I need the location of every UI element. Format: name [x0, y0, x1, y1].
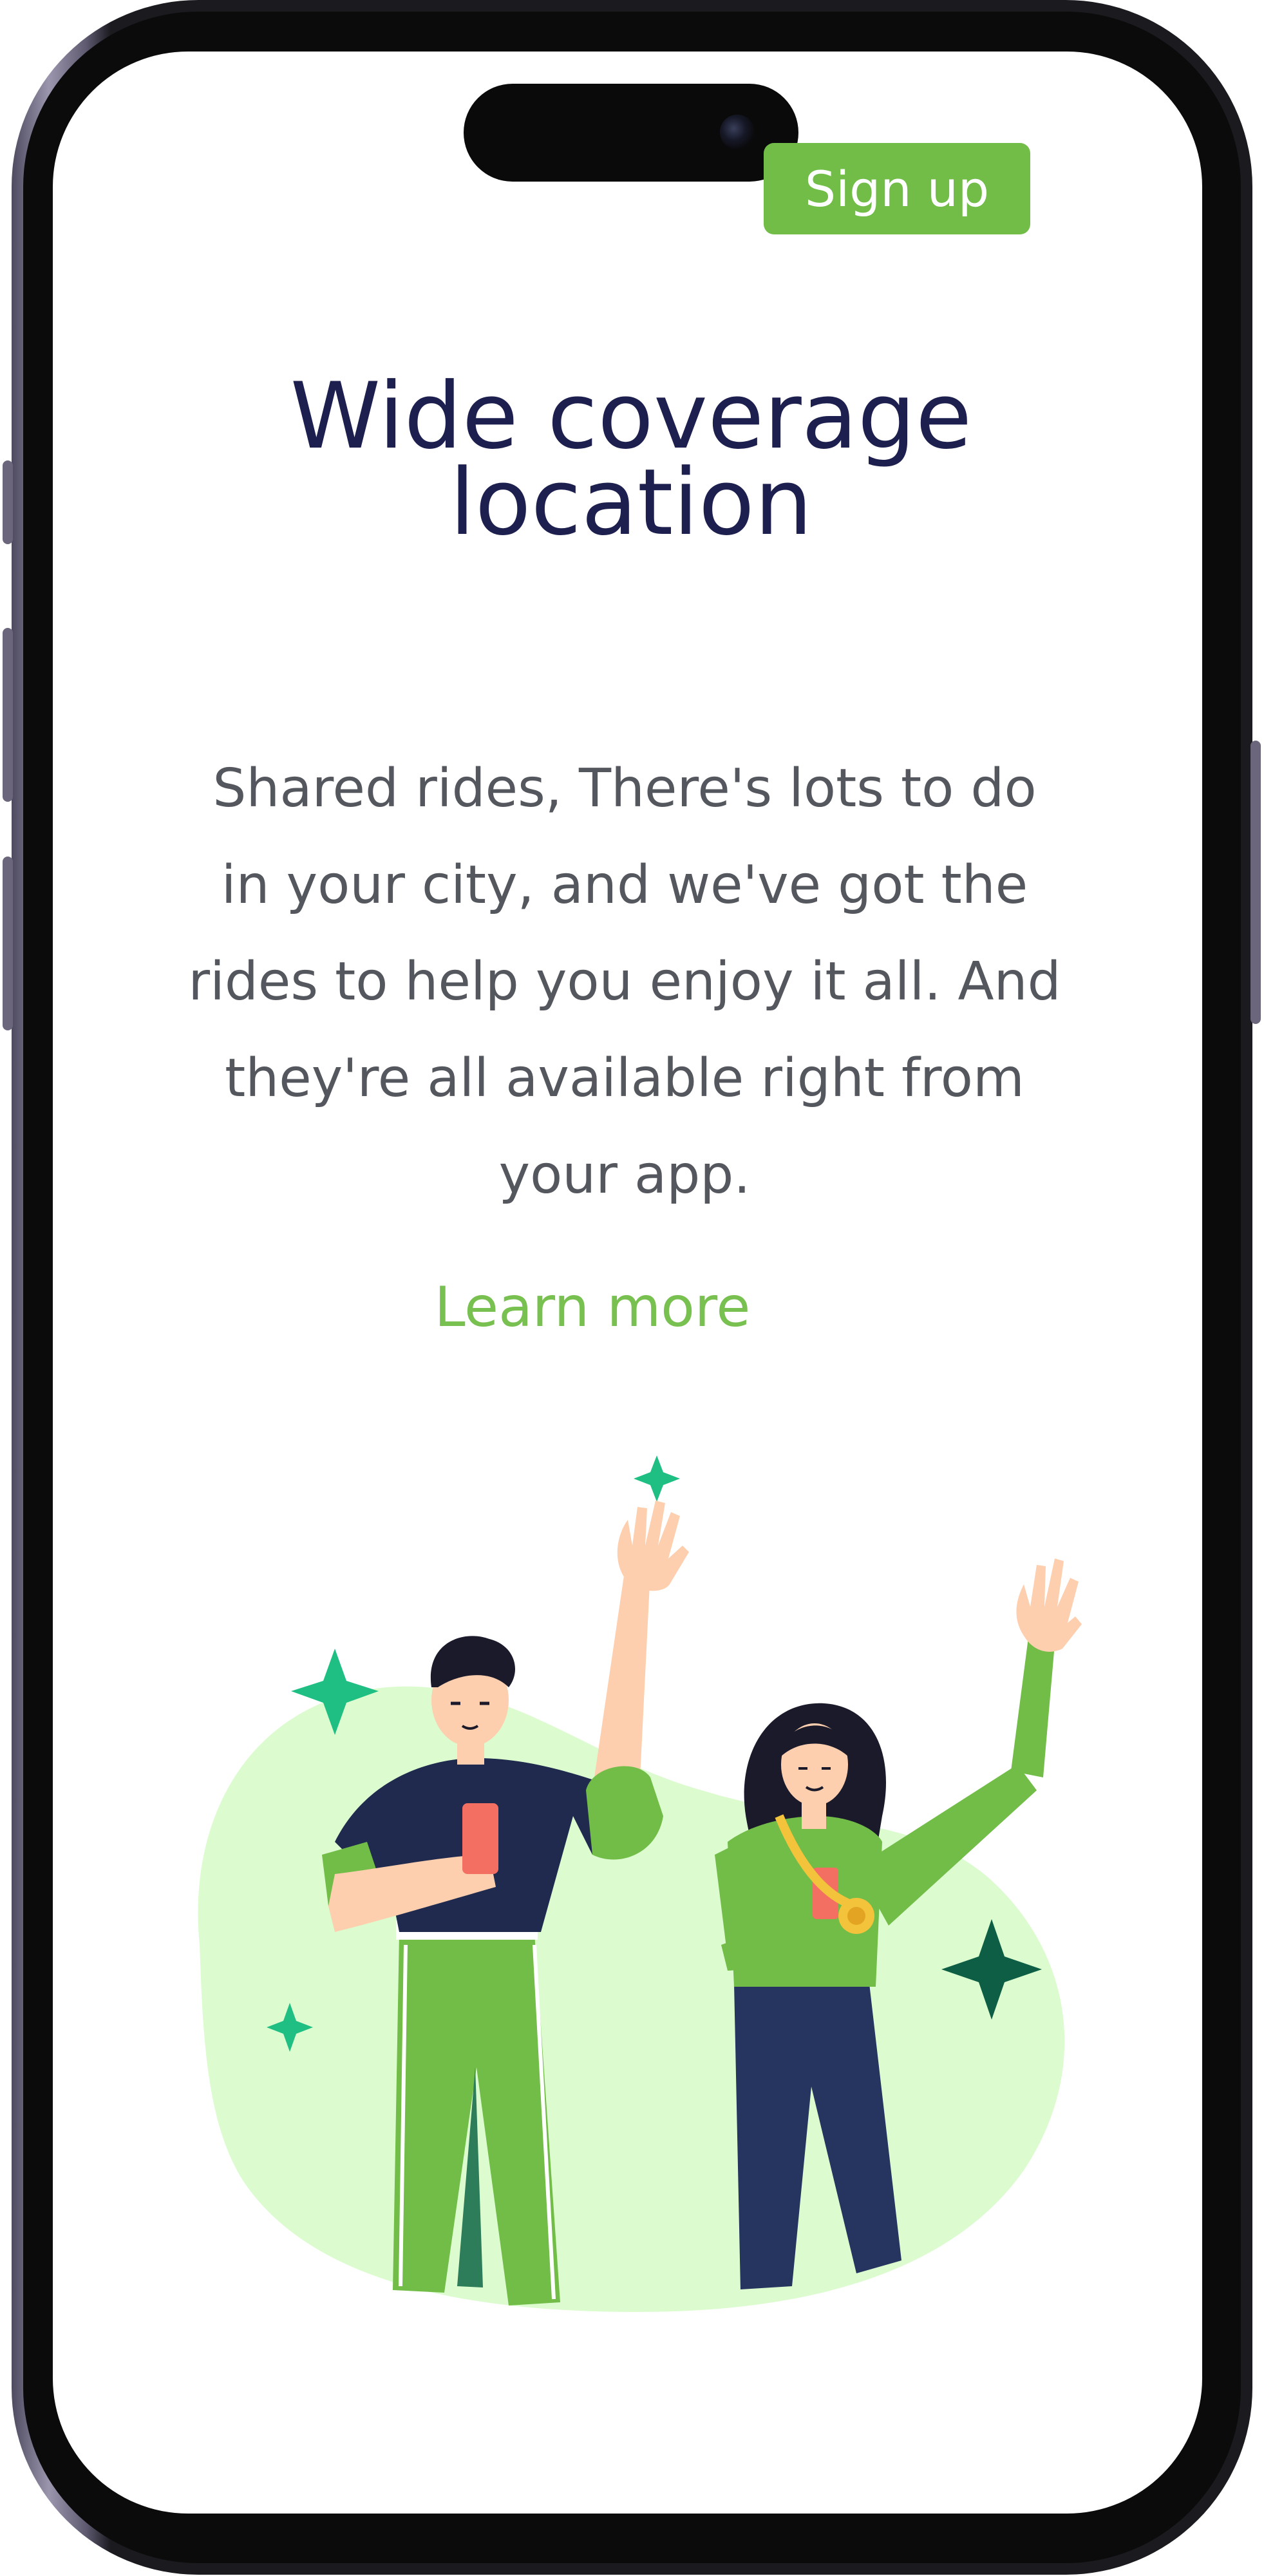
page-title: Wide coverage location	[116, 363, 1146, 556]
phone-volume-down-button	[3, 857, 13, 1030]
sign-up-button[interactable]: Sign up	[764, 143, 1030, 234]
learn-more-link[interactable]: Learn more	[386, 1269, 798, 1346]
front-camera-icon	[720, 115, 755, 149]
sparkle-icon	[634, 1455, 680, 1502]
phone-volume-up-button	[3, 628, 13, 802]
dynamic-island	[464, 84, 798, 182]
page-title-line-1: Wide coverage	[290, 363, 972, 469]
phone-action-button	[3, 460, 13, 544]
hero-description: Shared rides, There's lots to do in your…	[188, 758, 1061, 1206]
two-people-waving-illustration	[198, 1455, 1082, 2312]
phone-power-button	[1250, 741, 1261, 1024]
man-phone	[462, 1803, 498, 1874]
page-title-line-2: location	[449, 450, 813, 556]
